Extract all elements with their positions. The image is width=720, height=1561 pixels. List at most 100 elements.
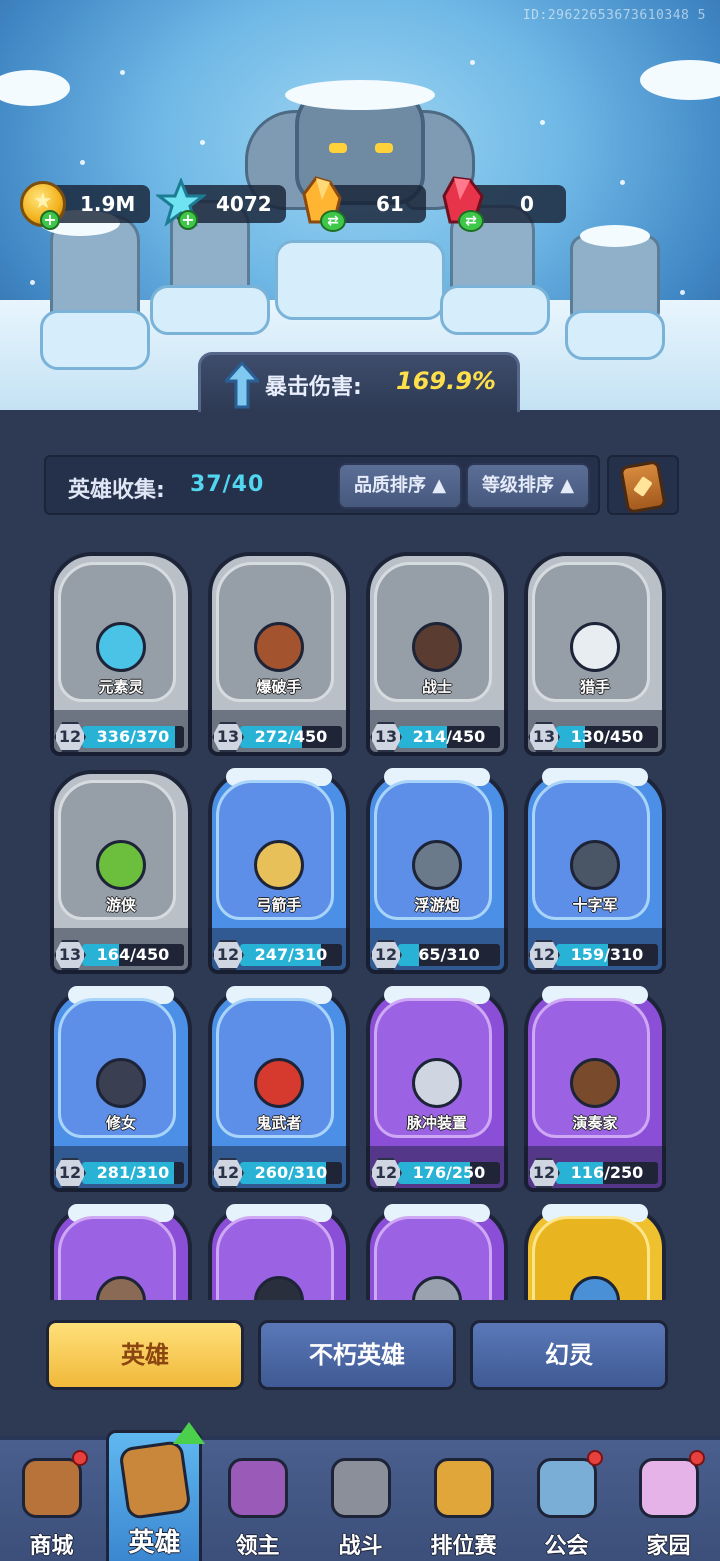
hero-name: 脉冲装置: [406, 1114, 467, 1132]
nav-label: 家园: [646, 1534, 691, 1559]
hero-card[interactable]: 修女 281/310 12: [50, 986, 192, 1192]
hero-shard-progress-text: 159/310: [570, 945, 644, 964]
snowflake: [540, 120, 545, 125]
snowcap: [285, 80, 435, 110]
hero-card[interactable]: 演奏家 116/250 12: [524, 986, 666, 1192]
nav-item-4[interactable]: 战斗: [309, 1440, 412, 1561]
hero-card[interactable]: 弓箭手 247/310 12: [208, 768, 350, 974]
hero-name: 演奏家: [572, 1114, 618, 1132]
add-gold-icon[interactable]: +: [40, 210, 60, 230]
hero-card[interactable]: [208, 1204, 350, 1300]
hero-shard-progress-text: 116/250: [570, 1163, 644, 1182]
nav-label: 战斗: [338, 1534, 383, 1559]
hero-card[interactable]: 猎手 130/450 13: [524, 552, 666, 756]
account-id: ID:29622653673610348 5: [522, 8, 706, 23]
hero-card[interactable]: 鬼武者 260/310 12: [208, 986, 350, 1192]
hero-name: 爆破手: [256, 678, 302, 696]
hero-shard-progress-bar: 247/310: [240, 944, 342, 966]
hero-portrait: [96, 1058, 146, 1108]
bottom-nav: 商城 英雄 领主 战斗 排位赛 公会 家园: [0, 1422, 720, 1561]
nav-item-2[interactable]: 英雄: [103, 1422, 206, 1558]
snowflake: [30, 280, 35, 285]
hero-shard-progress-bar: 214/450: [398, 726, 500, 748]
sort-by-level-button[interactable]: 等级排序 ▲: [466, 463, 590, 509]
exchange-icon[interactable]: ⇄: [320, 210, 346, 232]
dragon-eye: [329, 143, 347, 153]
nav-item-6[interactable]: 公会: [515, 1440, 618, 1561]
notification-dot: [689, 1450, 705, 1466]
hero-grid: 元素灵 336/370 12 爆破手 272/450 13 战士 214/450 13 猎手 130…: [0, 548, 720, 1300]
diamond-value: 4072: [216, 192, 272, 216]
crit-damage-value: 169.9%: [396, 367, 496, 395]
card-deck-icon: [619, 459, 667, 515]
hero-name: 修女: [105, 1114, 136, 1132]
hero-name: 游侠: [105, 896, 136, 914]
battle-weapons-icon: [331, 1458, 391, 1518]
hero-shard-progress-bar: 159/310: [556, 944, 658, 966]
nav-label: 排位赛: [430, 1534, 497, 1559]
nav-item-5[interactable]: 排位赛: [412, 1440, 515, 1561]
hero-shard-progress-bar: 164/450: [82, 944, 184, 966]
hero-card[interactable]: 浮游炮 65/310 12: [366, 768, 508, 974]
hero-name: 弓箭手: [256, 896, 302, 914]
nav-label: 英雄: [128, 1528, 181, 1558]
nav-label: 公会: [544, 1534, 589, 1559]
add-diamond-icon[interactable]: +: [178, 210, 198, 230]
hero-card[interactable]: 爆破手 272/450 13: [208, 552, 350, 756]
nav-item-7[interactable]: 家园: [617, 1440, 720, 1561]
hero-card-icon: [118, 1439, 192, 1521]
hero-portrait: [96, 622, 146, 672]
hero-card[interactable]: [50, 1204, 192, 1300]
snowflake: [680, 290, 685, 295]
hero-shard-progress-bar: 336/370: [82, 726, 184, 748]
hero-shard-progress-text: 130/450: [570, 727, 644, 746]
snowflake: [200, 140, 205, 145]
hero-collection-panel: 英雄收集: 37/40 品质排序 ▲ 等级排序 ▲: [44, 455, 600, 515]
hero-shard-progress-bar: 130/450: [556, 726, 658, 748]
red-crystal-value: 0: [520, 192, 534, 216]
hero-card[interactable]: [366, 1204, 508, 1300]
ice-pedestal: [150, 285, 270, 335]
hero-shard-progress-bar: 272/450: [240, 726, 342, 748]
hero-portrait: [412, 1058, 462, 1108]
hero-card[interactable]: [524, 1204, 666, 1300]
orange-crystal-value: 61: [376, 192, 404, 216]
card-deck-button[interactable]: [607, 455, 679, 515]
hero-name: 鬼武者: [256, 1114, 302, 1132]
upgrade-arrow-icon: [225, 361, 259, 409]
hero-portrait: [254, 840, 304, 890]
hero-shard-progress-bar: 281/310: [82, 1162, 184, 1184]
home-castle-icon: [639, 1458, 699, 1518]
collection-count: 37/40: [190, 472, 265, 497]
hero-shard-progress-text: 336/370: [96, 727, 170, 746]
shop-chest-icon: [22, 1458, 82, 1518]
hero-portrait: [412, 622, 462, 672]
notification-dot: [587, 1450, 603, 1466]
collection-label: 英雄收集:: [68, 478, 165, 503]
gold-value: 1.9M: [80, 192, 136, 216]
hero-card[interactable]: 游侠 164/450 13: [50, 770, 192, 974]
hero-shard-progress-text: 164/450: [96, 945, 170, 964]
hero-portrait: [412, 840, 462, 890]
hero-card[interactable]: 战士 214/450 13: [366, 552, 508, 756]
nav-label: 商城: [29, 1534, 74, 1559]
hero-card[interactable]: 元素灵 336/370 12: [50, 552, 192, 756]
ranked-shield-icon: [434, 1458, 494, 1518]
snowflake: [120, 70, 125, 75]
hero-portrait: [254, 622, 304, 672]
hero-shard-progress-text: 214/450: [412, 727, 486, 746]
snowcap: [0, 70, 70, 106]
hero-card[interactable]: 十字军 159/310 12: [524, 768, 666, 974]
nav-item-1[interactable]: 商城: [0, 1440, 103, 1561]
hero-card[interactable]: 脉冲装置 176/250 12: [366, 986, 508, 1192]
sort-by-quality-button[interactable]: 品质排序 ▲: [338, 463, 462, 509]
tab-phantom[interactable]: 幻灵: [470, 1320, 668, 1390]
nav-item-3[interactable]: 领主: [206, 1440, 309, 1561]
dragon-eye: [375, 143, 393, 153]
hero-name: 战士: [421, 678, 452, 696]
tab-heroes[interactable]: 英雄: [46, 1320, 244, 1390]
tab-immortal-heroes[interactable]: 不朽英雄: [258, 1320, 456, 1390]
hero-portrait: [96, 840, 146, 890]
hero-shard-progress-text: 65/310: [418, 945, 480, 964]
exchange-icon[interactable]: ⇄: [458, 210, 484, 232]
